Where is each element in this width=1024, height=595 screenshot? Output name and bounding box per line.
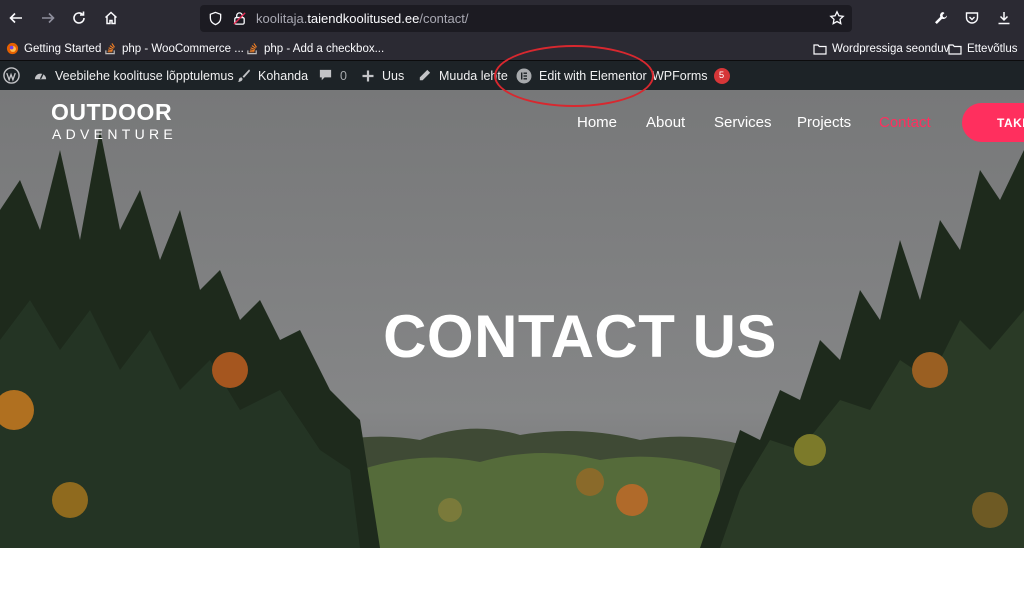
take-tour-button[interactable]: TAKE	[962, 103, 1024, 142]
star-icon[interactable]	[829, 10, 845, 31]
back-button[interactable]	[3, 6, 29, 30]
bookmark-label: Ettevõtlus	[967, 42, 1018, 55]
bookmark-folder-wordpress[interactable]: Wordpressiga seonduv	[813, 40, 949, 57]
nav-home[interactable]: Home	[577, 114, 617, 131]
cta-label: TAKE	[997, 115, 1024, 130]
edit-page-label: Muuda lehte	[439, 68, 508, 83]
bookmark-getting-started[interactable]: Getting Started	[6, 40, 101, 57]
reload-button[interactable]	[66, 6, 92, 30]
edit-page-menu[interactable]: Muuda lehte	[417, 61, 508, 90]
forward-button[interactable]	[35, 6, 61, 30]
brush-icon	[236, 68, 251, 83]
edit-with-elementor-menu[interactable]: Edit with Elementor	[516, 61, 647, 90]
downloads-button[interactable]	[991, 6, 1017, 30]
wp-logo-menu[interactable]	[3, 61, 27, 90]
customize-menu[interactable]: Kohanda	[236, 61, 308, 90]
url-text[interactable]: koolitaja.taiendkoolitused.ee/contact/	[256, 11, 468, 26]
hero-section: OUTDOOR ADVENTURE Home About Services Pr…	[0, 90, 1024, 548]
folder-icon	[948, 43, 962, 55]
folder-icon	[813, 43, 827, 55]
elementor-label: Edit with Elementor	[539, 68, 647, 83]
logo-line-1: OUTDOOR	[51, 99, 173, 125]
reload-icon	[73, 11, 85, 24]
dashboard-icon	[33, 68, 48, 83]
wpforms-label: WPForms	[652, 68, 708, 83]
bookmark-label: php - Add a checkbox...	[264, 42, 385, 55]
bookmark-label: Wordpressiga seonduv	[832, 42, 950, 55]
wpforms-menu[interactable]: WPForms 5	[652, 61, 730, 90]
nav-services[interactable]: Services	[714, 114, 772, 131]
bookmark-woocommerce[interactable]: php - WooCommerce ...	[104, 40, 244, 57]
home-icon	[104, 11, 118, 25]
back-icon	[9, 12, 22, 24]
lock-icon[interactable]	[232, 11, 247, 31]
stackoverflow-icon	[246, 42, 259, 55]
bookmark-folder-ettevotlus[interactable]: Ettevõtlus	[948, 40, 1018, 57]
bookmarks-bar: Getting Started php - WooCommerce ... ph…	[0, 36, 1024, 61]
elementor-icon	[516, 68, 532, 84]
site-logo[interactable]: OUTDOOR ADVENTURE	[51, 99, 177, 142]
wp-admin-bar: Veebilehe koolituse lõpptulemus Kohanda …	[0, 61, 1024, 90]
pocket-button[interactable]	[959, 6, 985, 30]
notification-badge: 5	[713, 67, 730, 84]
plus-icon	[361, 69, 375, 83]
new-label: Uus	[382, 68, 405, 83]
url-subdomain: koolitaja.	[256, 11, 308, 26]
nav-contact[interactable]: Contact	[879, 114, 931, 131]
url-path: /contact/	[419, 11, 469, 26]
forward-icon	[42, 12, 55, 24]
site-name-label: Veebilehe koolituse lõpptulemus	[55, 68, 234, 83]
pencil-icon	[417, 68, 432, 83]
wordpress-icon	[3, 67, 20, 84]
nav-about[interactable]: About	[646, 114, 685, 131]
comments-menu[interactable]: 0	[318, 61, 347, 90]
hero-title: CONTACT US	[383, 303, 777, 370]
download-icon	[998, 12, 1010, 25]
shield-icon[interactable]	[208, 11, 223, 31]
browser-toolbar: koolitaja.taiendkoolitused.ee/contact/	[0, 0, 1024, 36]
firefox-icon	[6, 42, 19, 55]
nav-projects[interactable]: Projects	[797, 114, 851, 131]
comment-icon	[318, 68, 333, 83]
pocket-icon	[965, 12, 979, 24]
customize-label: Kohanda	[258, 68, 309, 83]
url-domain: taiendkoolitused.ee	[307, 11, 420, 26]
wrench-button[interactable]	[928, 6, 954, 30]
home-button[interactable]	[98, 6, 124, 30]
site-name-menu[interactable]: Veebilehe koolituse lõpptulemus	[33, 61, 234, 90]
stackoverflow-icon	[104, 42, 117, 55]
wrench-icon	[935, 12, 947, 24]
new-content-menu[interactable]: Uus	[361, 61, 404, 90]
url-bar[interactable]: koolitaja.taiendkoolitused.ee/contact/	[200, 5, 852, 32]
bookmark-label: Getting Started	[24, 42, 102, 55]
bookmark-add-checkbox[interactable]: php - Add a checkbox...	[246, 40, 384, 57]
comments-count: 0	[340, 68, 347, 83]
bookmark-label: php - WooCommerce ...	[122, 42, 244, 55]
logo-line-2: ADVENTURE	[52, 126, 178, 142]
